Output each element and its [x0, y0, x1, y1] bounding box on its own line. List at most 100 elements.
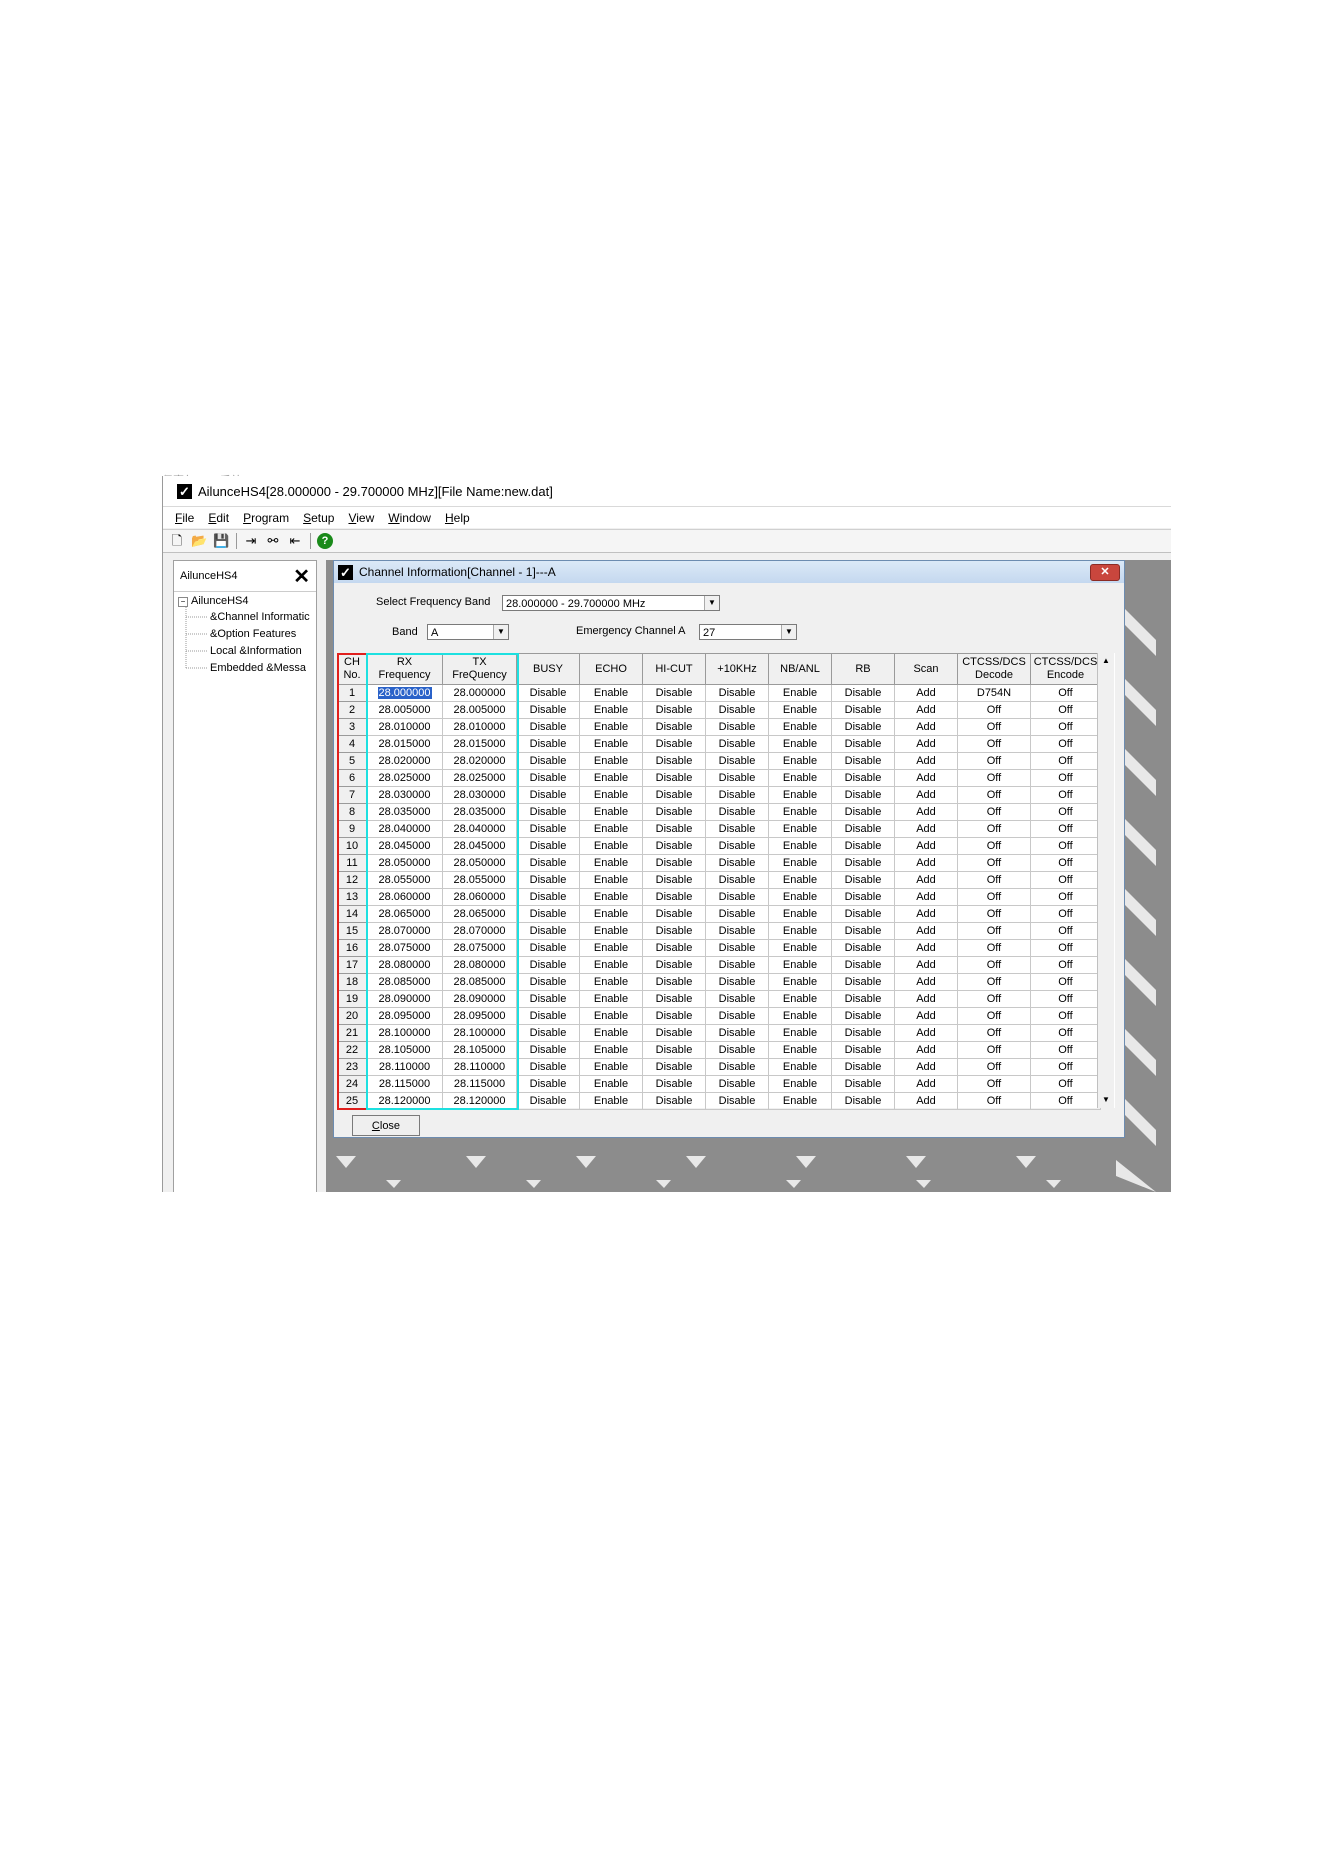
table-cell[interactable]: Enable	[768, 990, 832, 1008]
table-cell[interactable]: Off	[957, 701, 1031, 719]
table-cell[interactable]: Enable	[768, 820, 832, 838]
table-cell[interactable]: Off	[1030, 939, 1101, 957]
channel-number-cell[interactable]: 11	[337, 854, 367, 872]
table-cell[interactable]: Enable	[768, 769, 832, 787]
dialog-titlebar[interactable]: ✓ Channel Information[Channel - 1]---A ✕	[334, 561, 1124, 583]
table-cell[interactable]: Off	[957, 1041, 1031, 1059]
table-cell[interactable]: Off	[1030, 684, 1101, 702]
table-cell[interactable]: 28.070000	[366, 922, 443, 940]
table-cell[interactable]: Disable	[642, 1058, 706, 1076]
table-cell[interactable]: Disable	[516, 735, 580, 753]
table-cell[interactable]: Disable	[516, 905, 580, 923]
table-cell[interactable]: Disable	[642, 1041, 706, 1059]
channel-number-cell[interactable]: 1	[337, 684, 367, 702]
table-cell[interactable]: 28.050000	[442, 854, 517, 872]
table-cell[interactable]: Off	[1030, 786, 1101, 804]
menu-item-file[interactable]: File	[175, 511, 194, 525]
table-cell[interactable]: Enable	[579, 1058, 643, 1076]
table-cell[interactable]: Disable	[705, 990, 769, 1008]
table-cell[interactable]: Disable	[831, 905, 895, 923]
table-cell[interactable]: Disable	[705, 820, 769, 838]
table-cell[interactable]: Enable	[768, 854, 832, 872]
table-cell[interactable]: Add	[894, 1058, 958, 1076]
table-cell[interactable]: Off	[1030, 973, 1101, 991]
channel-number-cell[interactable]: 24	[337, 1075, 367, 1093]
table-cell[interactable]: Off	[1030, 990, 1101, 1008]
table-cell[interactable]: Disable	[516, 752, 580, 770]
table-cell[interactable]: Enable	[579, 1024, 643, 1042]
table-cell[interactable]: Enable	[579, 1092, 643, 1110]
table-cell[interactable]: Enable	[579, 701, 643, 719]
table-cell[interactable]: Enable	[768, 752, 832, 770]
table-cell[interactable]: Enable	[768, 684, 832, 702]
table-cell[interactable]: 28.025000	[442, 769, 517, 787]
table-cell[interactable]: Enable	[579, 786, 643, 804]
chevron-down-icon[interactable]: ▼	[493, 625, 508, 639]
write-to-radio-icon[interactable]: ⇤	[287, 533, 303, 549]
table-cell[interactable]: Disable	[705, 684, 769, 702]
channel-number-cell[interactable]: 23	[337, 1058, 367, 1076]
table-cell[interactable]: Off	[957, 837, 1031, 855]
table-cell[interactable]: 28.115000	[442, 1075, 517, 1093]
table-cell[interactable]: Disable	[831, 1007, 895, 1025]
column-header[interactable]: CTCSS/DCS Decode	[957, 653, 1031, 685]
emergency-channel-combo[interactable]: 27 ▼	[699, 624, 797, 640]
table-cell[interactable]: Disable	[831, 1058, 895, 1076]
table-cell[interactable]: Add	[894, 1075, 958, 1093]
chevron-down-icon[interactable]: ▼	[781, 625, 796, 639]
table-cell[interactable]: 28.110000	[442, 1058, 517, 1076]
table-cell[interactable]: 28.050000	[366, 854, 443, 872]
table-cell[interactable]: Off	[957, 718, 1031, 736]
channel-number-cell[interactable]: 4	[337, 735, 367, 753]
table-cell[interactable]: 28.095000	[442, 1007, 517, 1025]
table-cell[interactable]: Disable	[831, 956, 895, 974]
table-cell[interactable]: Add	[894, 820, 958, 838]
table-cell[interactable]: Add	[894, 1024, 958, 1042]
new-file-icon[interactable]: 🗋	[169, 533, 185, 549]
table-cell[interactable]: Off	[957, 803, 1031, 821]
table-cell[interactable]: Enable	[579, 922, 643, 940]
table-cell[interactable]: Disable	[705, 1058, 769, 1076]
table-cell[interactable]: Disable	[831, 820, 895, 838]
table-cell[interactable]: 28.095000	[366, 1007, 443, 1025]
table-cell[interactable]: Disable	[705, 769, 769, 787]
table-cell[interactable]: Add	[894, 769, 958, 787]
table-cell[interactable]: Enable	[579, 718, 643, 736]
channel-number-cell[interactable]: 21	[337, 1024, 367, 1042]
table-cell[interactable]: Enable	[579, 905, 643, 923]
table-cell[interactable]: 28.090000	[442, 990, 517, 1008]
table-cell[interactable]: 28.115000	[366, 1075, 443, 1093]
table-cell[interactable]: Enable	[768, 1075, 832, 1093]
table-cell[interactable]: Enable	[579, 956, 643, 974]
table-cell[interactable]: Off	[1030, 1092, 1101, 1110]
table-cell[interactable]: Off	[1030, 752, 1101, 770]
table-cell[interactable]: Add	[894, 684, 958, 702]
table-cell[interactable]: Enable	[768, 922, 832, 940]
table-cell[interactable]: Disable	[516, 1007, 580, 1025]
table-cell[interactable]: Disable	[831, 752, 895, 770]
table-cell[interactable]: Disable	[642, 956, 706, 974]
vertical-scrollbar[interactable]: ▲ ▼	[1097, 653, 1114, 1108]
table-cell[interactable]: Enable	[579, 769, 643, 787]
table-cell[interactable]: Enable	[768, 837, 832, 855]
table-cell[interactable]: Disable	[516, 956, 580, 974]
table-cell[interactable]: Add	[894, 871, 958, 889]
read-from-radio-icon[interactable]: ⇥	[243, 533, 259, 549]
table-cell[interactable]: Off	[1030, 1058, 1101, 1076]
table-cell[interactable]: Disable	[705, 735, 769, 753]
table-cell[interactable]: Off	[1030, 922, 1101, 940]
table-cell[interactable]: Enable	[768, 1007, 832, 1025]
table-cell[interactable]: Disable	[516, 820, 580, 838]
table-cell[interactable]: Disable	[642, 1007, 706, 1025]
table-cell[interactable]: Off	[1030, 905, 1101, 923]
table-cell[interactable]: Enable	[579, 939, 643, 957]
column-header[interactable]: NB/ANL	[768, 653, 832, 685]
table-cell[interactable]: Disable	[642, 990, 706, 1008]
table-cell[interactable]: 28.080000	[366, 956, 443, 974]
table-cell[interactable]: Off	[1030, 735, 1101, 753]
table-cell[interactable]: Off	[957, 786, 1031, 804]
table-cell[interactable]: Off	[957, 735, 1031, 753]
table-cell[interactable]: Disable	[831, 871, 895, 889]
table-cell[interactable]: Enable	[768, 888, 832, 906]
tree-item-embedded-message[interactable]: Embedded &Messa	[210, 662, 306, 674]
